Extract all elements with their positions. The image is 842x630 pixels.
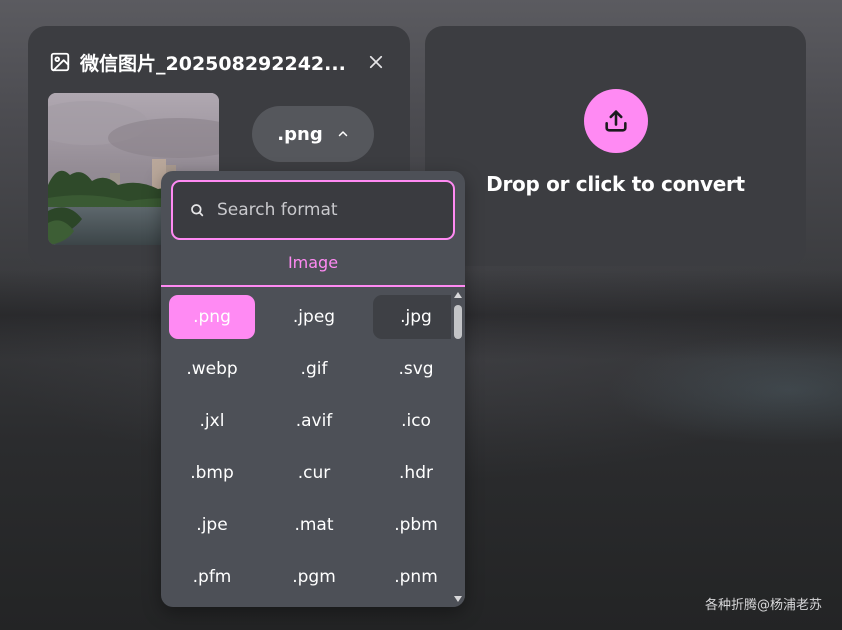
format-option[interactable]: .pnm [373,555,459,599]
image-icon [48,50,72,74]
watermark: 各种折腾@杨浦老苏 [704,598,822,613]
format-option[interactable]: .pfm [169,555,255,599]
format-option[interactable]: .ico [373,399,459,443]
drop-zone-text: Drop or click to convert [486,172,745,196]
close-icon [369,55,383,69]
format-grid: .png .jpeg .jpg .webp .gif .svg .jxl .av… [169,295,459,599]
format-option[interactable]: .mat [271,503,357,547]
scrollbar-thumb[interactable] [454,305,462,339]
format-option[interactable]: .webp [169,347,255,391]
format-option[interactable]: .hdr [373,451,459,495]
search-format-input[interactable] [217,200,447,220]
format-dropdown: Image .png .jpeg .jpg .webp .gif .svg .j… [161,171,465,607]
upload-button[interactable] [584,89,648,153]
file-header: 微信图片_202508292242... [48,48,390,76]
format-select-label: .png [277,123,323,145]
format-option[interactable]: .gif [271,347,357,391]
scroll-up-arrow-icon[interactable] [453,290,463,300]
format-option[interactable]: .svg [373,347,459,391]
format-option[interactable]: .jxl [169,399,255,443]
category-divider [161,285,465,287]
format-select-button[interactable]: .png [252,106,374,162]
chevron-up-icon [338,131,347,137]
scroll-down-arrow-icon[interactable] [453,594,463,604]
format-option[interactable]: .avif [271,399,357,443]
format-option[interactable]: .pbm [373,503,459,547]
file-name: 微信图片_202508292242... [80,52,346,75]
search-box [171,180,455,240]
upload-icon [605,110,627,132]
format-option[interactable]: .jpeg [271,295,357,339]
format-option[interactable]: .pgm [271,555,357,599]
search-icon [191,204,204,217]
format-option[interactable]: .jpg [373,295,459,339]
format-option[interactable]: .cur [271,451,357,495]
format-option[interactable]: .bmp [169,451,255,495]
close-button[interactable] [362,48,390,76]
drop-zone[interactable]: Drop or click to convert [425,26,806,266]
category-label: Image [287,253,339,272]
format-option[interactable]: .jpe [169,503,255,547]
format-option[interactable]: .png [169,295,255,339]
dropdown-scrollbar[interactable] [451,287,465,607]
